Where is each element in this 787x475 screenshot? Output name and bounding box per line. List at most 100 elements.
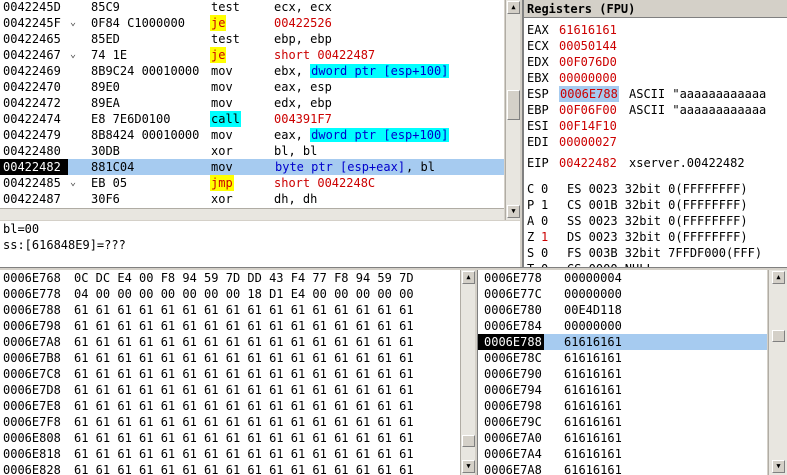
operand-part: bl, bl xyxy=(274,144,318,158)
dump-address: 0006E7F8 xyxy=(3,415,61,429)
dump-address: 0006E7B8 xyxy=(3,351,61,365)
stack-row[interactable]: 0006E790 61616161 xyxy=(478,366,767,382)
disassembly-horizontal-scrollbar[interactable] xyxy=(0,208,504,220)
disasm-operands: ecx, ecx xyxy=(274,0,332,15)
stack-scroll-thumb[interactable] xyxy=(772,330,785,342)
dump-bytes: 61 61 61 61 61 61 61 61 61 61 61 61 61 6… xyxy=(74,463,414,475)
stack-row[interactable]: 0006E784 00000000 xyxy=(478,318,767,334)
register-value[interactable]: 00000027 xyxy=(559,134,617,150)
disasm-row[interactable]: 00422487 30F6 xor dh, dh xyxy=(0,191,504,207)
register-value[interactable]: 61616161 xyxy=(559,22,617,38)
dump-scroll-thumb[interactable] xyxy=(462,435,475,447)
operand-part: , bl xyxy=(406,160,435,174)
register-name: EIP xyxy=(527,156,549,170)
disasm-row[interactable]: 00422465 85ED test ebp, ebp xyxy=(0,31,504,47)
dump-row[interactable]: 0006E788 61 61 61 61 61 61 61 61 61 61 61… xyxy=(0,302,460,318)
dump-row[interactable]: 0006E798 61 61 61 61 61 61 61 61 61 61 61… xyxy=(0,318,460,334)
stack-scrollbar[interactable]: ▲ ▼ xyxy=(768,270,787,475)
dump-row[interactable]: 0006E768 0C DC E4 00 F8 94 59 7D DD 43 F4… xyxy=(0,270,460,286)
scroll-up-icon[interactable]: ▲ xyxy=(462,271,475,284)
disasm-row[interactable]: 00422470 89E0 mov eax, esp xyxy=(0,79,504,95)
stack-row[interactable]: 0006E79C 61616161 xyxy=(478,414,767,430)
stack-row[interactable]: 0006E7A4 61616161 xyxy=(478,446,767,462)
disasm-row[interactable]: 00422469 8B9C24 00010000 mov ebx, dword ptr… xyxy=(0,63,504,79)
disasm-mnemonic: test xyxy=(211,32,240,46)
stack-pane[interactable]: 0006E778 00000004 0006E77C 00000000 0006E780… xyxy=(477,270,767,475)
disasm-row[interactable]: 00422482 881C04 mov byte ptr [esp+eax], bl xyxy=(0,159,504,175)
dump-row[interactable]: 0006E818 61 61 61 61 61 61 61 61 61 61 61… xyxy=(0,446,460,462)
registers-pane[interactable]: Registers (FPU) EAX 61616161 ECX 00050144 ED… xyxy=(522,0,787,267)
disasm-operands: edx, ebp xyxy=(274,95,332,111)
flag-value[interactable]: 0 xyxy=(541,181,548,197)
dump-row[interactable]: 0006E7A8 61 61 61 61 61 61 61 61 61 61 61… xyxy=(0,334,460,350)
scroll-down-icon[interactable]: ▼ xyxy=(462,460,475,473)
stack-address: 0006E790 xyxy=(484,367,542,381)
info-line: bl=00 xyxy=(3,222,40,236)
dump-row[interactable]: 0006E7B8 61 61 61 61 61 61 61 61 61 61 61… xyxy=(0,350,460,366)
stack-address: 0006E78C xyxy=(484,351,542,365)
stack-address: 0006E79C xyxy=(484,415,542,429)
segment-info: DS 0023 32bit 0(FFFFFFFF) xyxy=(567,230,748,244)
register-value[interactable]: 00000000 xyxy=(559,70,617,86)
stack-row[interactable]: 0006E77C 00000000 xyxy=(478,286,767,302)
register-value[interactable]: 00F06F00 xyxy=(559,102,617,118)
stack-value: 61616161 xyxy=(564,351,622,365)
scroll-down-icon[interactable]: ▼ xyxy=(772,460,785,473)
disasm-row[interactable]: 00422485 ⌄ EB 05 jmp short 0042248C xyxy=(0,175,504,191)
stack-row[interactable]: 0006E7A0 61616161 xyxy=(478,430,767,446)
register-value[interactable]: 00422482 xyxy=(559,155,617,171)
disasm-row[interactable]: 00422480 30DB xor bl, bl xyxy=(0,143,504,159)
register-value[interactable]: 00F076D0 xyxy=(559,54,617,70)
disasm-mnemonic: call xyxy=(210,111,241,127)
dump-row[interactable]: 0006E828 61 61 61 61 61 61 61 61 61 61 61… xyxy=(0,462,460,475)
disasm-row[interactable]: 00422474 E8 7E6D0100 call 004391F7 xyxy=(0,111,504,127)
stack-row[interactable]: 0006E798 61616161 xyxy=(478,398,767,414)
scroll-down-icon[interactable]: ▼ xyxy=(507,205,520,218)
jump-arrow-icon: ⌄ xyxy=(70,49,77,60)
dump-row[interactable]: 0006E7E8 61 61 61 61 61 61 61 61 61 61 61… xyxy=(0,398,460,414)
operand-part: 00422526 xyxy=(274,16,332,30)
disasm-hex: 85C9 xyxy=(91,0,120,14)
disasm-row[interactable]: 0042245F ⌄ 0F84 C1000000 je 00422526 xyxy=(0,15,504,31)
register-value[interactable]: 00050144 xyxy=(559,38,617,54)
dump-scrollbar[interactable]: ▲ ▼ xyxy=(460,270,475,475)
register-name: EAX xyxy=(527,23,549,37)
memory-dump-pane[interactable]: 0006E768 0C DC E4 00 F8 94 59 7D DD 43 F4… xyxy=(0,270,460,475)
scroll-up-icon[interactable]: ▲ xyxy=(772,271,785,284)
stack-row[interactable]: 0006E778 00000004 xyxy=(478,270,767,286)
stack-row[interactable]: 0006E78C 61616161 xyxy=(478,350,767,366)
register-comment: ASCII "aaaaaaaaaaaa xyxy=(629,87,767,101)
operand-part: short 00422487 xyxy=(274,48,376,62)
disasm-row[interactable]: 00422467 ⌄ 74 1E je short 00422487 xyxy=(0,47,504,63)
flag-value[interactable]: 0 xyxy=(541,213,548,229)
disasm-mnemonic: mov xyxy=(211,160,233,174)
disasm-row[interactable]: 00422472 89EA mov edx, ebp xyxy=(0,95,504,111)
dump-row[interactable]: 0006E7C8 61 61 61 61 61 61 61 61 61 61 61… xyxy=(0,366,460,382)
disasm-address: 00422480 xyxy=(3,144,61,158)
dump-row[interactable]: 0006E808 61 61 61 61 61 61 61 61 61 61 61… xyxy=(0,430,460,446)
dump-bytes: 0C DC E4 00 F8 94 59 7D DD 43 F4 77 F8 9… xyxy=(74,271,414,285)
flag-value[interactable]: 1 xyxy=(541,197,548,213)
register-value[interactable]: 0006E788 xyxy=(559,86,619,102)
disassembly-scroll-thumb[interactable] xyxy=(507,90,520,120)
flag-value[interactable]: 1 xyxy=(541,229,548,245)
operand-part: dh, dh xyxy=(274,192,318,206)
register-value[interactable]: 00F14F10 xyxy=(559,118,617,134)
scroll-up-icon[interactable]: ▲ xyxy=(507,1,520,14)
stack-row[interactable]: 0006E788 61616161 xyxy=(478,334,767,350)
flag-value[interactable]: 0 xyxy=(541,245,548,261)
disassembly-scrollbar[interactable]: ▲ ▼ xyxy=(505,0,520,220)
stack-row[interactable]: 0006E7A8 61616161 xyxy=(478,462,767,475)
stack-address: 0006E7A4 xyxy=(484,447,542,461)
stack-address: 0006E778 xyxy=(484,271,542,285)
stack-row[interactable]: 0006E794 61616161 xyxy=(478,382,767,398)
stack-address: 0006E798 xyxy=(484,399,542,413)
dump-row[interactable]: 0006E778 04 00 00 00 00 00 00 00 18 D1 E4… xyxy=(0,286,460,302)
disassembly-pane[interactable]: 0042245D 85C9 test ecx, ecx 0042245F ⌄ 0F84 C1… xyxy=(0,0,504,220)
dump-row[interactable]: 0006E7D8 61 61 61 61 61 61 61 61 61 61 61… xyxy=(0,382,460,398)
stack-row[interactable]: 0006E780 00E4D118 xyxy=(478,302,767,318)
disasm-row[interactable]: 0042245D 85C9 test ecx, ecx xyxy=(0,0,504,15)
dump-row[interactable]: 0006E7F8 61 61 61 61 61 61 61 61 61 61 61… xyxy=(0,414,460,430)
disasm-row[interactable]: 00422479 8B8424 00010000 mov eax, dword ptr… xyxy=(0,127,504,143)
registers-title[interactable]: Registers (FPU) xyxy=(524,0,787,18)
